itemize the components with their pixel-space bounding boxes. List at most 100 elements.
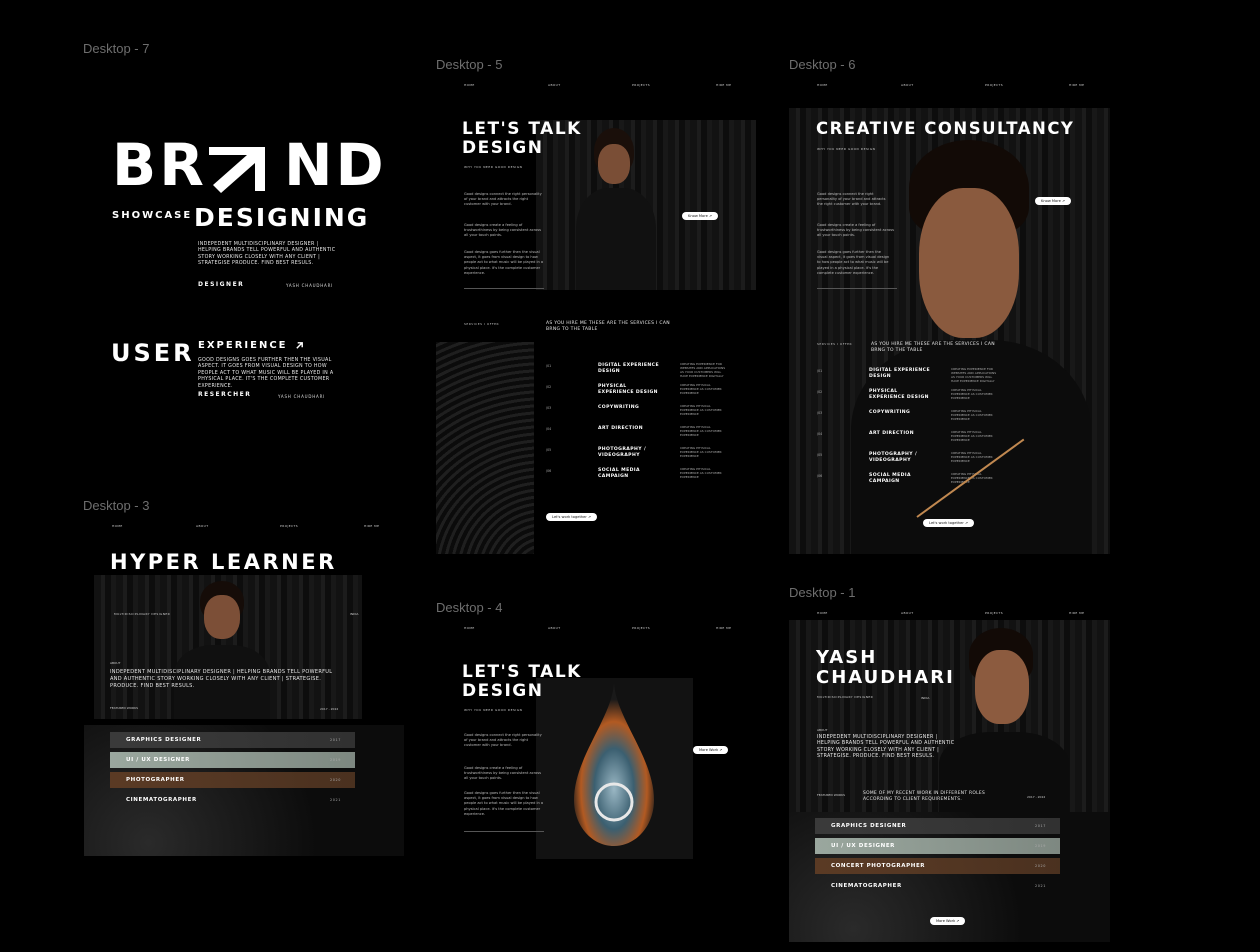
- featured-work-item[interactable]: GRAPHICS DESIGNER 2017: [110, 732, 355, 748]
- top-nav: HOME ABOUT PROJECTS HIRE ME: [436, 623, 756, 633]
- subtitle: WHY YOU NEED GOOD DESIGN: [464, 165, 523, 169]
- nav-hire-me[interactable]: HIRE ME: [716, 83, 731, 87]
- top-nav: HOME ABOUT PROJECTS HIRE ME: [84, 521, 404, 531]
- work-year: 2017: [329, 738, 341, 742]
- nav-home[interactable]: HOME: [817, 83, 828, 87]
- desktop-3-frame: HOME ABOUT PROJECTS HIRE ME HYPER LEARNE…: [84, 521, 404, 856]
- paragraph-3: Good designs goes further then the visua…: [817, 250, 890, 275]
- brand-logo-left: BR: [112, 131, 207, 199]
- nav-projects[interactable]: PROJECTS: [280, 524, 298, 528]
- work-year: 2020: [1034, 864, 1046, 868]
- country-label: INDIA: [921, 696, 930, 700]
- service-number: /01: [546, 364, 552, 368]
- top-nav: HOME ABOUT PROJECTS HIRE ME: [789, 80, 1110, 90]
- nav-projects[interactable]: PROJECTS: [632, 83, 650, 87]
- portrait-face: [598, 144, 630, 184]
- brand-intro-text: INDEPEDENT MULTIDISCIPLINARY DESIGNER | …: [198, 242, 336, 267]
- work-year: 2020: [329, 778, 341, 782]
- nav-about[interactable]: ABOUT: [548, 626, 560, 630]
- service-name: COPYWRITING: [598, 405, 640, 410]
- work-title: UI / UX DESIGNER: [831, 843, 896, 849]
- nav-about[interactable]: ABOUT: [196, 524, 208, 528]
- service-name: COPYWRITING: [869, 410, 911, 415]
- service-description: CREATING EXPERIENCE FOR WEBSITES AND APP…: [680, 362, 726, 378]
- paragraph-1: Good designs connect the right personali…: [464, 192, 542, 207]
- featured-work-item[interactable]: PHOTOGRAPHER 2020: [110, 772, 355, 788]
- nav-projects[interactable]: PROJECTS: [985, 611, 1003, 615]
- about-label: ABOUT: [110, 661, 121, 665]
- nav-home[interactable]: HOME: [112, 524, 123, 528]
- paragraph-3: Good designs goes further then the visua…: [464, 250, 544, 275]
- work-year: 2021: [329, 798, 341, 802]
- paragraph-2: Good designs create a feeling of trustwo…: [464, 223, 542, 238]
- years-label: 2017 - 2022: [320, 707, 339, 711]
- featured-work-item[interactable]: GRAPHICS DESIGNER 2017: [815, 818, 1060, 834]
- paragraph-1: Good designs connect the right personali…: [817, 192, 886, 207]
- know-more-button[interactable]: Know More ↗: [682, 212, 718, 220]
- service-description: CREATING PHYSICAL EXPERIENCE AS CUSTOMER…: [951, 409, 993, 421]
- nav-hire-me[interactable]: HIRE ME: [364, 524, 379, 528]
- service-number: /05: [546, 448, 552, 452]
- subtitle: WHY YOU NEED GOOD DESIGN: [464, 708, 523, 712]
- nav-hire-me[interactable]: HIRE ME: [1069, 611, 1084, 615]
- work-title: PHOTOGRAPHER: [126, 777, 185, 783]
- nav-projects[interactable]: PROJECTS: [985, 83, 1003, 87]
- frame-label-desktop-6: Desktop - 6: [789, 57, 856, 72]
- nav-hire-me[interactable]: HIRE ME: [716, 626, 731, 630]
- frame-label-desktop-7: Desktop - 7: [83, 41, 150, 56]
- water-drop-artwork: [574, 683, 654, 846]
- featured-works-text: SOME OF MY RECENT WORK IN DIFFERENT ROLE…: [863, 791, 986, 802]
- drop-art-image: [536, 678, 693, 859]
- featured-work-item[interactable]: UI / UX DESIGNER 2019: [815, 838, 1060, 854]
- paragraph-2: Good designs create a feeling of trustwo…: [817, 223, 895, 238]
- nav-hire-me[interactable]: HIRE ME: [1069, 83, 1084, 87]
- more-work-button[interactable]: More Work ↗: [930, 917, 966, 925]
- featured-work-item[interactable]: CINEMATOGRAPHER 2021: [110, 792, 355, 808]
- service-name: SOCIAL MEDIA CAMPAIGN: [869, 473, 911, 484]
- service-number: /06: [817, 474, 823, 478]
- work-title: CINEMATOGRAPHER: [831, 883, 902, 889]
- nav-projects[interactable]: PROJECTS: [632, 626, 650, 630]
- about-label: ABOUT: [817, 728, 828, 732]
- portrait-photo: [94, 575, 362, 719]
- nav-home[interactable]: HOME: [464, 83, 475, 87]
- work-title: GRAPHICS DESIGNER: [831, 823, 907, 829]
- portrait-photo: [789, 108, 1110, 554]
- name-line-1: YASH: [816, 647, 878, 668]
- paragraph-1: Good designs connect the right personali…: [464, 733, 542, 748]
- service-description: CREATING PHYSICAL EXPERIENCE AS CUSTOMER…: [680, 425, 722, 437]
- service-name: PHOTOGRAPHY / VIDEOGRAPHY: [869, 452, 918, 463]
- role-label: MULTIDISCIPLINARY DESIGNER: [114, 612, 171, 616]
- brand-logo-right: ND: [284, 131, 387, 199]
- work-together-button[interactable]: Let's work together ↗: [923, 519, 975, 527]
- work-together-button[interactable]: Let's work together ↗: [546, 513, 598, 521]
- featured-work-item[interactable]: CINEMATOGRAPHER 2021: [815, 878, 1060, 894]
- know-more-button[interactable]: Know More ↗: [1035, 197, 1071, 205]
- service-description: CREATING PHYSICAL EXPERIENCE AS CUSTOMER…: [951, 430, 993, 442]
- experience-title: EXPERIENCE: [198, 340, 304, 351]
- featured-work-item[interactable]: CONCERT PHOTOGRAPHER 2020: [815, 858, 1060, 874]
- top-nav: HOME ABOUT PROJECTS HIRE ME: [789, 608, 1110, 618]
- desktop-1-frame: HOME ABOUT PROJECTS HIRE ME YASH CHAUDHA…: [789, 608, 1110, 942]
- arrow-up-right-icon: [209, 147, 265, 193]
- work-year: 2021: [1034, 884, 1046, 888]
- service-name: PHOTOGRAPHY / VIDEOGRAPHY: [598, 447, 647, 458]
- frame-label-desktop-3: Desktop - 3: [83, 498, 150, 513]
- nav-about[interactable]: ABOUT: [901, 83, 913, 87]
- nav-about[interactable]: ABOUT: [901, 611, 913, 615]
- frame-label-desktop-1: Desktop - 1: [789, 585, 856, 600]
- country-label: INDIA: [350, 612, 359, 616]
- showcase-label: SHOWCASE: [112, 210, 193, 221]
- nav-home[interactable]: HOME: [817, 611, 828, 615]
- divider: [464, 831, 544, 832]
- services-tag: SERVICES I OFFER: [817, 342, 853, 346]
- more-work-button[interactable]: More Work ↗: [693, 746, 729, 754]
- services-heading: AS YOU HIRE ME THESE ARE THE SERVICES I …: [546, 321, 670, 333]
- service-description: CREATING PHYSICAL EXPERIENCE AS CUSTOMER…: [680, 383, 722, 395]
- service-name: PHYSICAL EXPERIENCE DESIGN: [869, 389, 929, 400]
- designer-role: DESIGNER: [198, 281, 245, 288]
- nav-about[interactable]: ABOUT: [548, 83, 560, 87]
- nav-home[interactable]: HOME: [464, 626, 475, 630]
- paragraph-3: Good designs goes further then the visua…: [464, 791, 544, 816]
- featured-work-item[interactable]: UI / UX DESIGNER 2019: [110, 752, 355, 768]
